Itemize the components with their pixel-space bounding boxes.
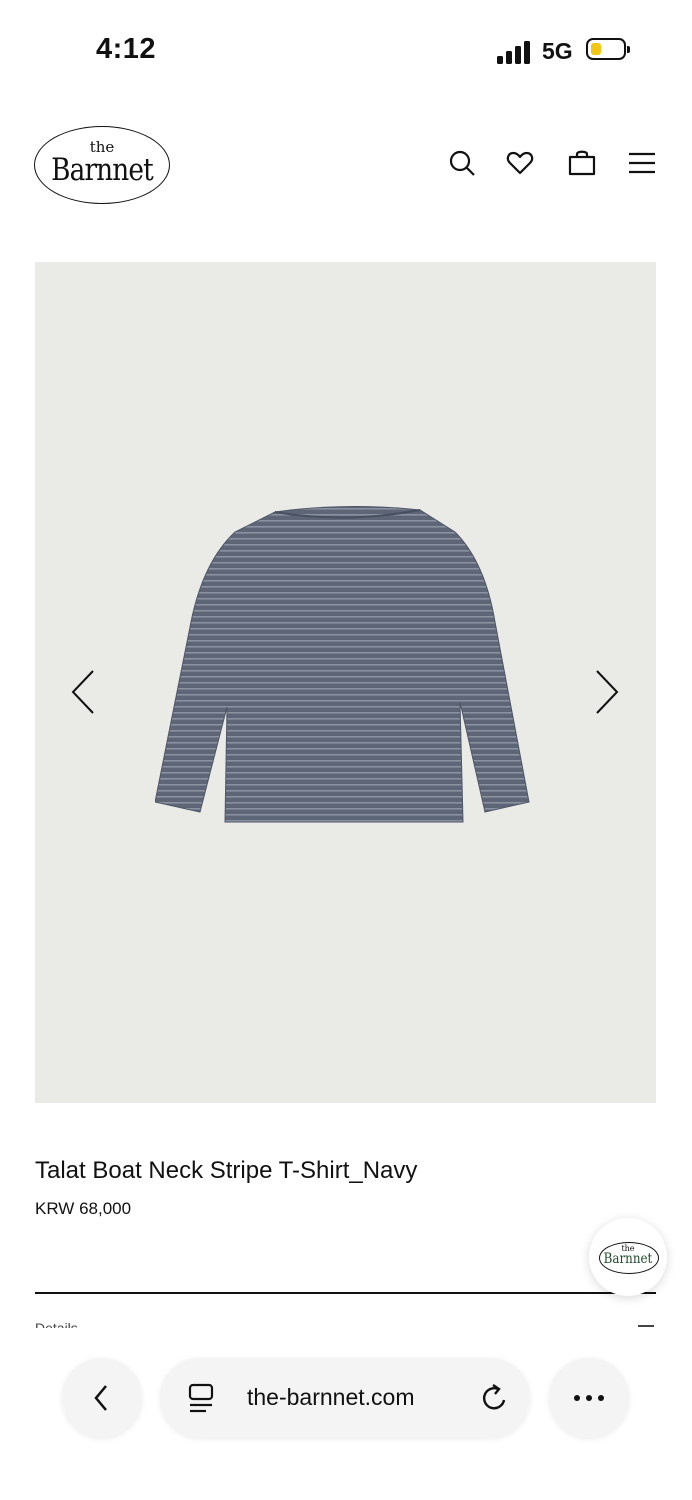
signal-icon <box>497 40 533 64</box>
browser-more-button[interactable] <box>549 1358 629 1438</box>
browser-back-button[interactable] <box>62 1358 142 1438</box>
reload-icon[interactable] <box>480 1382 510 1414</box>
chat-logo-big-text: Barnnet <box>603 1251 653 1267</box>
chat-button[interactable]: the Barnnet <box>589 1218 667 1296</box>
search-icon[interactable] <box>447 148 477 178</box>
url-text: the-barnnet.com <box>247 1384 415 1410</box>
status-bar: 4:12 5G <box>0 0 692 100</box>
status-time: 4:12 <box>96 33 157 65</box>
product-name: Talat Boat Neck Stripe T-Shirt_Navy <box>35 1157 418 1184</box>
menu-icon[interactable] <box>627 148 657 178</box>
brand-logo[interactable]: the Barnnet <box>34 126 170 204</box>
address-bar[interactable]: the-barnnet.com <box>160 1358 530 1438</box>
gallery-next-arrow[interactable] <box>585 667 625 717</box>
network-type: 5G <box>542 38 573 64</box>
logo-big-text: Barnnet <box>51 152 154 188</box>
more-dots-icon <box>574 1395 604 1401</box>
divider <box>35 1292 656 1294</box>
browser-toolbar: the-barnnet.com <box>0 1330 692 1500</box>
site-header: the Barnnet <box>0 110 692 220</box>
details-label[interactable]: Details <box>35 1320 78 1328</box>
tab-overview-icon[interactable] <box>186 1382 216 1414</box>
gallery-prev-arrow[interactable] <box>65 667 105 717</box>
heart-icon[interactable] <box>505 148 535 178</box>
product-image <box>155 505 530 823</box>
battery-icon <box>586 38 630 60</box>
bag-icon[interactable] <box>567 148 597 178</box>
details-toggle-icon[interactable] <box>638 1325 654 1327</box>
chevron-left-icon <box>94 1385 107 1411</box>
product-price: KRW 68,000 <box>35 1199 132 1218</box>
product-gallery[interactable] <box>35 262 656 1103</box>
